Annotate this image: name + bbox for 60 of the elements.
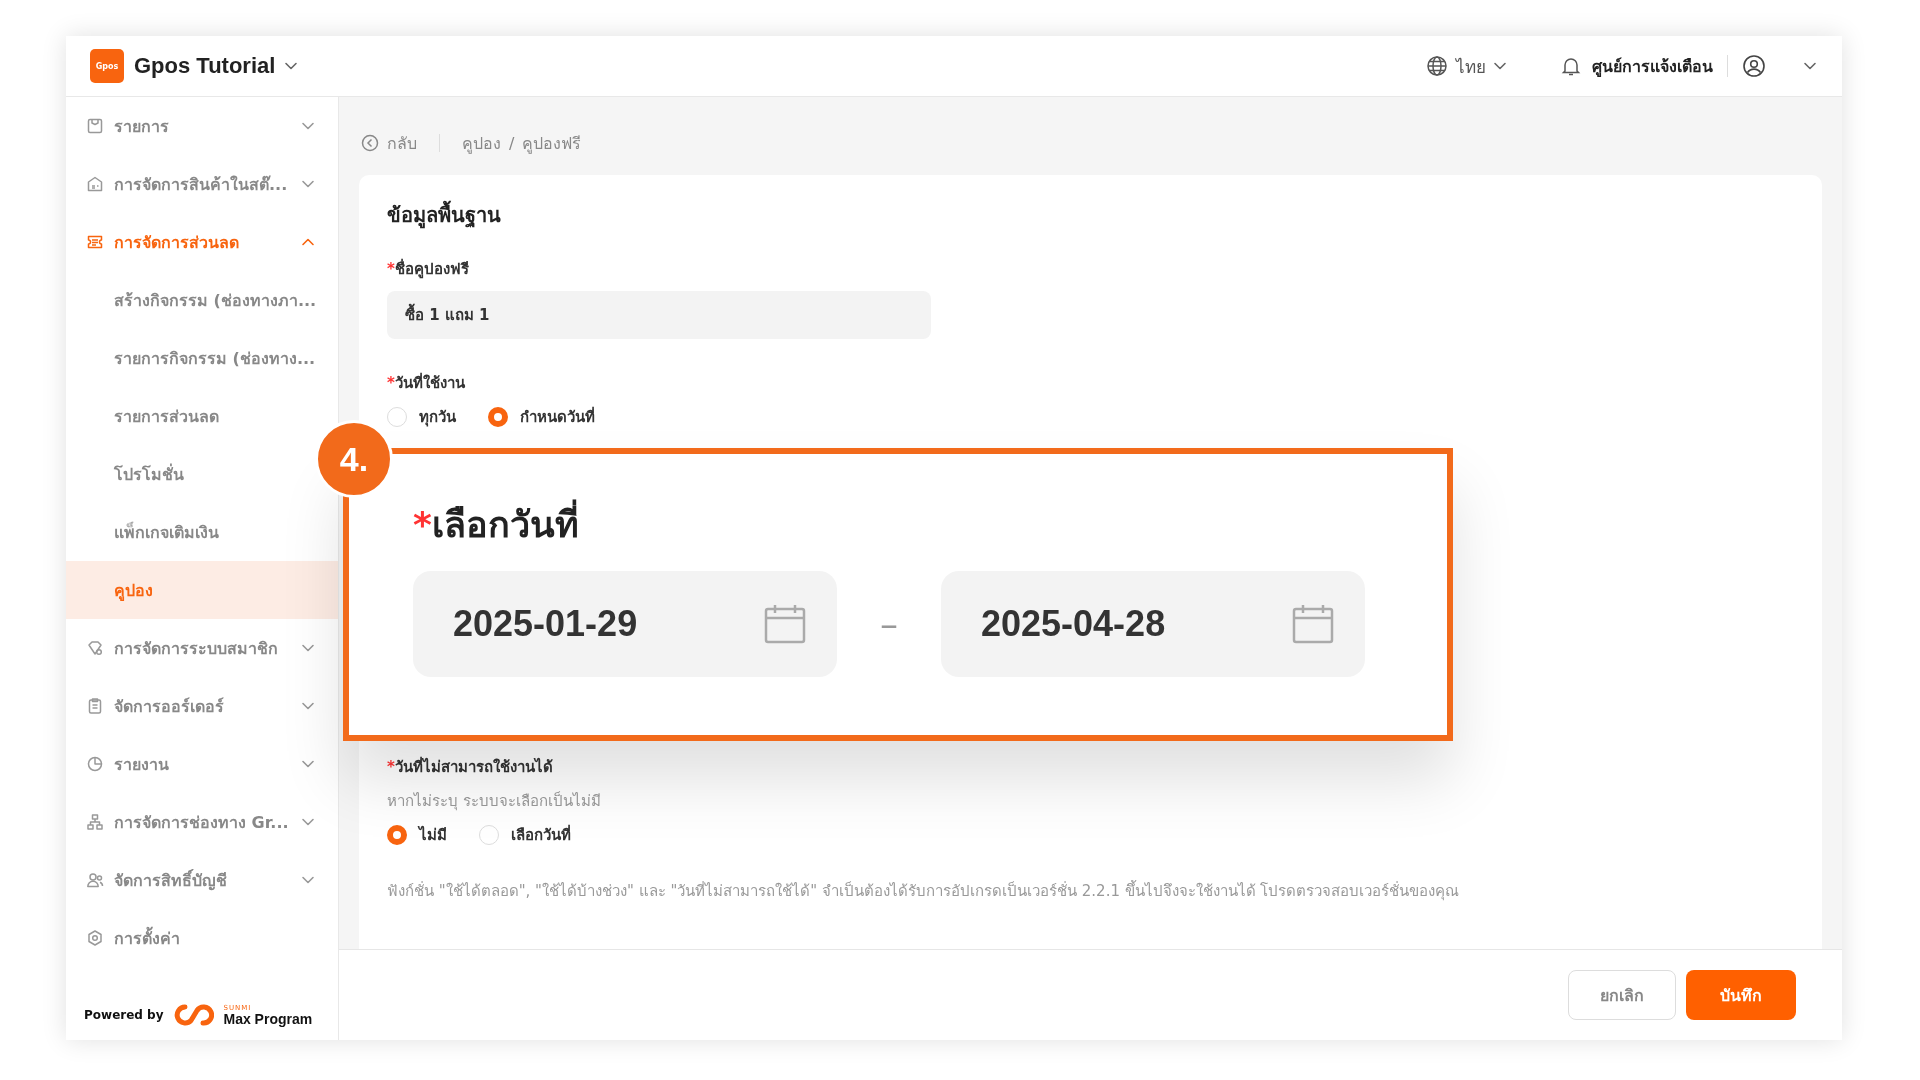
infinity-logo-icon [173, 1004, 214, 1026]
field-hint: หากไม่ระบุ ระบบจะเลือกเป็นไม่มี [387, 790, 602, 813]
range-separator: – [879, 603, 899, 645]
sidebar-item[interactable]: การจัดการระบบสมาชิก [66, 619, 338, 677]
member-icon [86, 639, 104, 657]
brand-name: Max Program [223, 1011, 313, 1026]
sidebar-item[interactable]: รายงาน [66, 735, 338, 793]
radio-label: ไม่มี [419, 824, 447, 846]
back-link[interactable]: กลับ [387, 130, 417, 156]
section-title: ข้อมูลพื้นฐาน [387, 199, 1794, 231]
field-label: *ชื่อคูปองฟรี [387, 257, 470, 281]
date-field[interactable]: 2025-01-29 [413, 571, 837, 677]
version-note: ฟังก์ชั่น "ใช้ได้ตลอด", "ใช้ได้บ้างช่วง" และ "วันที่ไม่สามารถใช้ได้" จำเป็นต้องได้รับการอัปเกรดเป็นเวอร์ชั่น 2.2.1 ขึ้นไปจึงจะใช้งานได้ โปรดตรวจสอบเวอร์ชั่นของคุณ [387, 879, 1461, 903]
field-label: *วันที่ไม่สามารถใช้งานได้ [387, 755, 554, 778]
sidebar-item[interactable]: การจัดการสินค้าในสต๊... [66, 155, 338, 213]
powered-by-text: Powered by [84, 1008, 164, 1022]
network-icon [86, 813, 104, 831]
app-title[interactable]: Gpos Tutorial [134, 53, 276, 79]
sidebar-item[interactable]: การจัดการช่องทาง Gr... [66, 793, 338, 851]
notification-center-link[interactable]: ศูนย์การแจ้งเตือน [1592, 53, 1713, 79]
ticket-icon [86, 233, 104, 251]
radio-button[interactable] [488, 407, 508, 427]
breadcrumb-item[interactable]: คูปอง [462, 130, 501, 156]
back-icon[interactable] [361, 134, 379, 152]
settings-icon [86, 929, 104, 947]
sidebar-item[interactable]: จัดการสิทธิ์บัญชี [66, 851, 338, 909]
clipboard-icon [86, 697, 104, 715]
calendar-icon[interactable] [763, 604, 807, 644]
sidebar-subitem[interactable]: คูปอง [66, 561, 338, 619]
globe-icon[interactable] [1426, 55, 1448, 77]
breadcrumb-separator: / [509, 133, 515, 153]
breadcrumb-item[interactable]: คูปองฟรี [522, 130, 582, 156]
radio-label: เลือกวันที่ [511, 823, 571, 846]
user-icon[interactable] [1742, 54, 1766, 78]
store-icon [86, 175, 104, 193]
sidebar-subitem[interactable]: รายการกิจกรรม (ช่องทาง... [114, 345, 316, 371]
language-selector[interactable]: ไทย [1456, 52, 1486, 80]
radio-button[interactable] [387, 825, 407, 845]
sidebar-item[interactable]: จัดการออร์เดอร์ [66, 677, 338, 735]
sidebar-subitem[interactable]: แพ็กเกจเติมเงิน [114, 519, 219, 545]
save-button[interactable]: บันทึก [1686, 970, 1796, 1020]
sidebar-item[interactable]: การตั้งค่า [66, 909, 338, 967]
list-icon [86, 117, 104, 135]
sidebar-subitem[interactable]: โปรโมชั่น [114, 461, 184, 487]
calendar-icon[interactable] [1291, 604, 1335, 644]
pie-chart-icon [86, 755, 104, 773]
bell-icon[interactable] [1560, 55, 1582, 77]
sidebar-item[interactable]: การจัดการส่วนลด [66, 213, 338, 271]
app-logo[interactable]: Gpos [90, 49, 124, 83]
cancel-button[interactable]: ยกเลิก [1568, 970, 1676, 1020]
sidebar-subitem[interactable]: สร้างกิจกรรม (ช่องทางภา... [114, 287, 317, 313]
radio-label: กำหนดวันที่ [520, 405, 595, 428]
radio-label: ทุกวัน [419, 407, 456, 429]
field-label: *วันที่ใช้งาน [387, 371, 466, 394]
sidebar-item[interactable]: รายการ [66, 97, 338, 155]
field-label: *เลือกวันที่ [413, 496, 1447, 553]
users-icon [86, 871, 104, 889]
sidebar-subitem[interactable]: รายการส่วนลด [114, 403, 219, 429]
coupon-name-field[interactable]: ซื้อ 1 แถม 1 [387, 291, 931, 339]
date-field[interactable]: 2025-04-28 [941, 571, 1365, 677]
